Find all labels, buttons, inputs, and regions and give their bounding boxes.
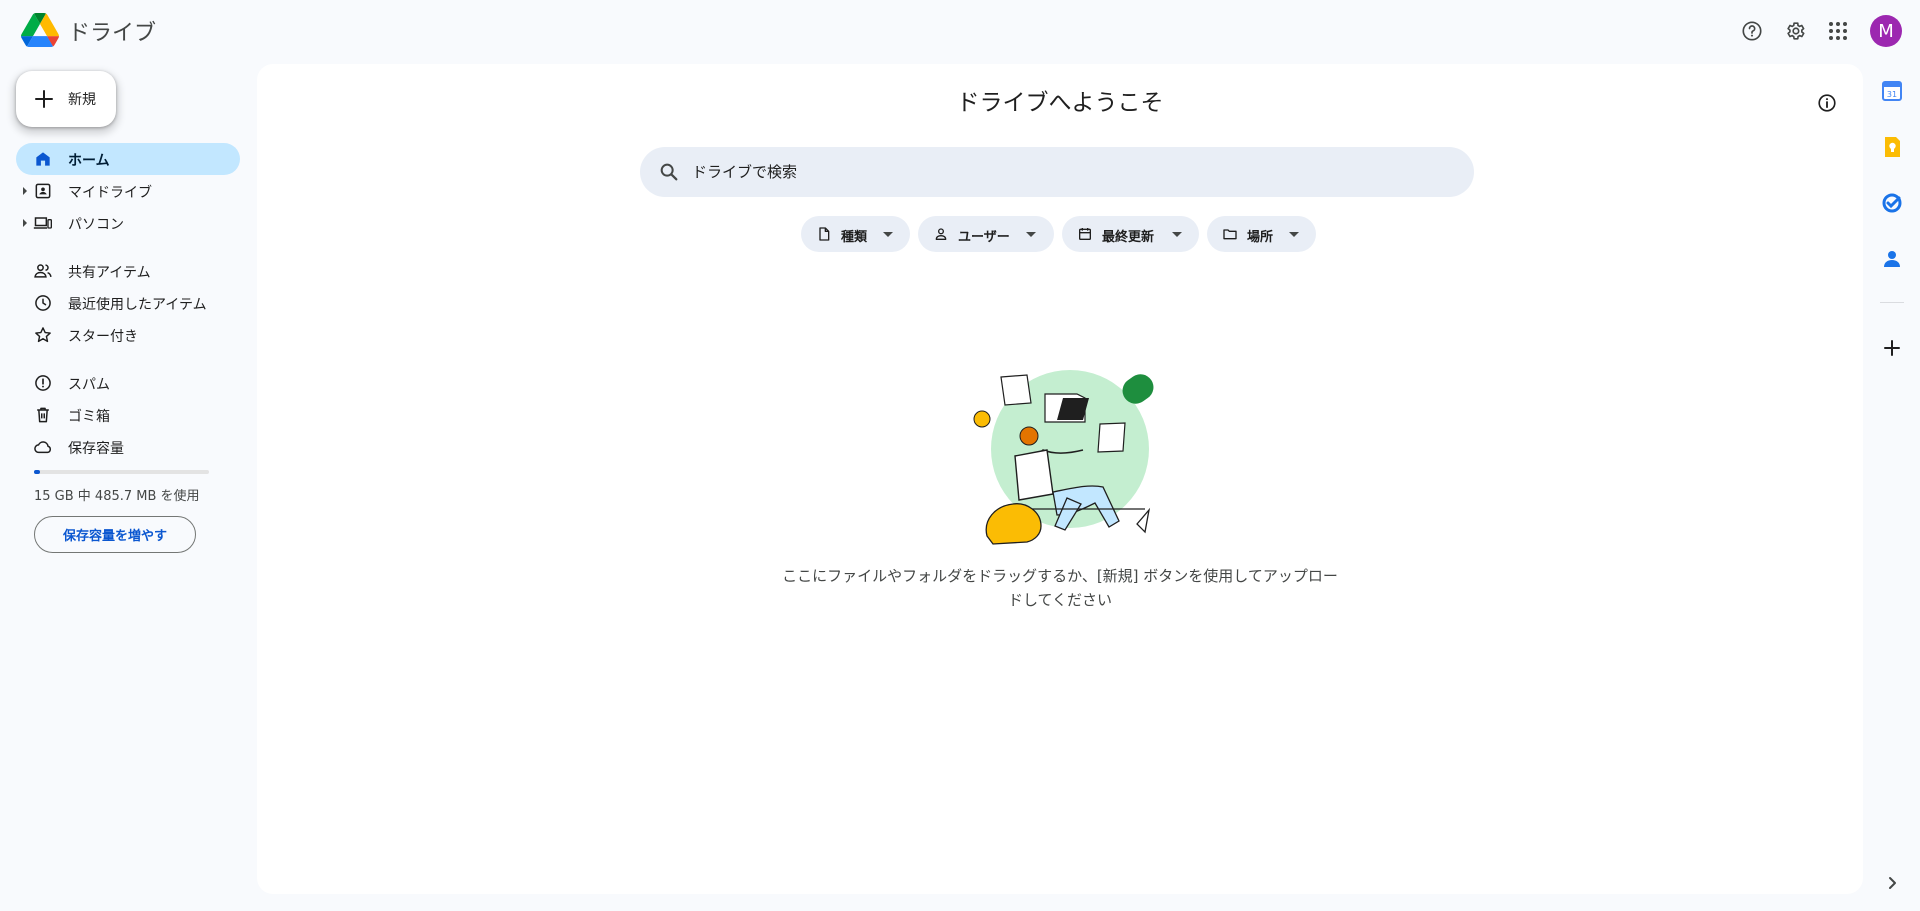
tasks-icon[interactable] bbox=[1880, 191, 1904, 215]
calendar-small-icon bbox=[1079, 228, 1091, 240]
sidebar-item-recent[interactable]: 最近使用したアイテム bbox=[16, 287, 240, 319]
chevron-down-icon bbox=[1172, 232, 1182, 237]
clock-icon bbox=[35, 295, 51, 311]
main-panel: ドライブへようこそ 種類 ユーザー 最終更新 場所 bbox=[257, 64, 1863, 894]
star-icon bbox=[35, 327, 51, 343]
chevron-down-icon bbox=[1026, 232, 1036, 237]
calendar-day-number: 31 bbox=[1887, 90, 1897, 99]
avatar[interactable]: M bbox=[1870, 15, 1902, 47]
sidebar-item-label: 共有アイテム bbox=[68, 265, 151, 281]
search-icon[interactable] bbox=[658, 161, 680, 183]
top-bar: ドライブ M bbox=[0, 0, 1920, 62]
filter-chip-label: 最終更新 bbox=[1102, 230, 1155, 245]
empty-state-text: ここにファイルやフォルダをドラッグするか、[新規] ボタンを使用してアップロード… bbox=[782, 567, 1338, 609]
calendar-icon[interactable]: 31 bbox=[1880, 79, 1904, 103]
page-title: ドライブへようこそ bbox=[956, 90, 1164, 116]
filter-chip-location[interactable]: 場所 bbox=[1207, 216, 1316, 252]
cloud-icon bbox=[34, 441, 52, 454]
keep-icon[interactable] bbox=[1880, 135, 1904, 159]
my-drive-icon bbox=[35, 183, 51, 199]
apps-grid-icon[interactable] bbox=[1823, 16, 1853, 46]
trash-icon bbox=[37, 407, 49, 423]
help-icon[interactable] bbox=[1737, 16, 1767, 46]
sidebar-item-spam[interactable]: スパム bbox=[16, 367, 240, 399]
sidebar-item-label: スパム bbox=[68, 377, 110, 393]
computers-icon bbox=[33, 217, 53, 229]
home-icon bbox=[36, 152, 50, 166]
drive-logo-icon[interactable] bbox=[21, 13, 59, 47]
filter-chip-type[interactable]: 種類 bbox=[801, 216, 910, 252]
new-button-label: 新規 bbox=[68, 92, 96, 108]
chevron-right-icon[interactable] bbox=[1880, 871, 1904, 895]
contacts-icon[interactable] bbox=[1880, 247, 1904, 271]
chevron-down-icon bbox=[1289, 232, 1299, 237]
get-more-storage-button[interactable]: 保存容量を増やす bbox=[34, 516, 196, 553]
sidebar-item-starred[interactable]: スター付き bbox=[16, 319, 240, 351]
chevron-down-icon bbox=[883, 232, 893, 237]
filter-chip-label: 種類 bbox=[841, 230, 868, 245]
sidebar-item-label: ホーム bbox=[68, 153, 110, 169]
sidebar-item-label: マイドライブ bbox=[68, 185, 152, 201]
spam-icon bbox=[35, 375, 51, 391]
sidebar-item-label: パソコン bbox=[68, 217, 124, 233]
expand-caret-icon[interactable] bbox=[23, 219, 27, 227]
storage-progress-fill bbox=[34, 470, 40, 474]
filter-chip-modified[interactable]: 最終更新 bbox=[1062, 216, 1199, 252]
sidebar-item-label: スター付き bbox=[68, 329, 138, 345]
add-icon[interactable] bbox=[1880, 336, 1904, 360]
storage-progress-bar bbox=[34, 470, 209, 474]
empty-state-illustration bbox=[973, 370, 1154, 545]
shared-icon bbox=[34, 264, 52, 278]
person-icon bbox=[935, 228, 947, 240]
sidebar-item-label: ゴミ箱 bbox=[68, 409, 110, 425]
storage-usage-text: 15 GB 中 485.7 MB を使用 bbox=[34, 489, 200, 504]
expand-caret-icon[interactable] bbox=[23, 187, 27, 195]
sidebar-item-home[interactable]: ホーム bbox=[16, 143, 240, 175]
filter-chip-user[interactable]: ユーザー bbox=[918, 216, 1054, 252]
sidebar-item-storage[interactable]: 保存容量 bbox=[16, 431, 240, 463]
app-title[interactable]: ドライブ bbox=[68, 15, 156, 47]
search-input[interactable] bbox=[692, 157, 1452, 187]
search-bar[interactable] bbox=[640, 147, 1474, 197]
sidebar-item-shared[interactable]: 共有アイテム bbox=[16, 255, 240, 287]
folder-icon bbox=[1223, 229, 1237, 240]
rail-divider bbox=[1880, 302, 1904, 303]
sidebar-item-trash[interactable]: ゴミ箱 bbox=[16, 399, 240, 431]
new-button[interactable]: 新規 bbox=[16, 71, 116, 127]
gear-icon[interactable] bbox=[1780, 16, 1810, 46]
filter-chip-label: ユーザー bbox=[958, 230, 1010, 245]
filter-chip-label: 場所 bbox=[1247, 230, 1274, 245]
info-icon[interactable] bbox=[1816, 92, 1838, 114]
sidebar-item-label: 最近使用したアイテム bbox=[68, 297, 207, 313]
file-icon bbox=[819, 227, 830, 241]
sidebar-item-my-drive[interactable]: マイドライブ bbox=[16, 175, 240, 207]
sidebar-item-computers[interactable]: パソコン bbox=[16, 207, 240, 239]
sidebar-item-label: 保存容量 bbox=[68, 441, 124, 457]
plus-icon bbox=[35, 90, 53, 108]
